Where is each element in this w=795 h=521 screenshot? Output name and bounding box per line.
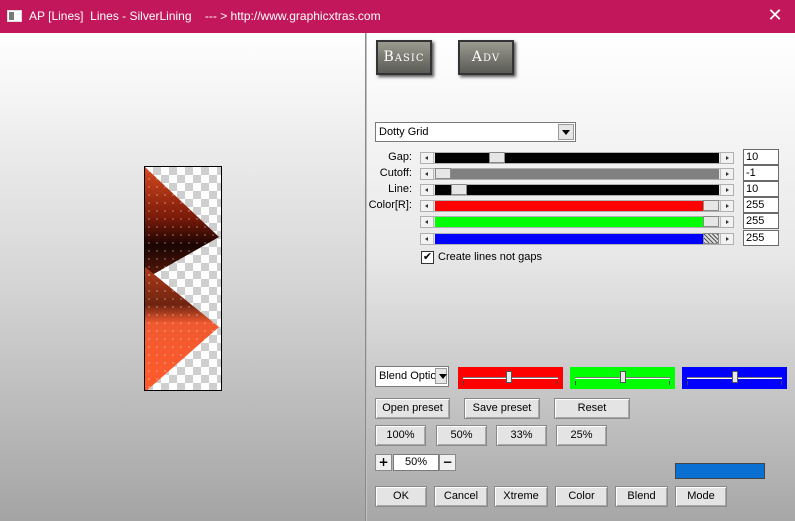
zoom-level-field[interactable]: 50% xyxy=(393,454,439,471)
save-preset-button[interactable]: Save preset xyxy=(464,398,540,419)
ok-button[interactable]: OK xyxy=(375,486,427,507)
controls-panel: Basic Adv Dotty Grid Gap: 10 Cutoff: -1 Line… xyxy=(367,33,795,521)
slider-fill xyxy=(435,216,719,227)
slider-track[interactable] xyxy=(420,184,734,196)
xtreme-button[interactable]: Xtreme xyxy=(494,486,548,507)
arrow-right-icon[interactable] xyxy=(720,185,733,195)
slider-fill xyxy=(435,233,719,244)
arrow-left-icon[interactable] xyxy=(421,153,434,163)
arrow-left-icon[interactable] xyxy=(421,201,434,211)
chevron-down-icon[interactable] xyxy=(558,124,574,140)
slider-label: Line: xyxy=(388,183,412,195)
slider-fill xyxy=(435,168,719,179)
blend-options-select[interactable]: Blend Optio xyxy=(375,366,449,387)
preview-image xyxy=(144,166,222,391)
cancel-button[interactable]: Cancel xyxy=(434,486,488,507)
zoom-33-button[interactable]: 33% xyxy=(496,425,547,446)
arrow-right-icon[interactable] xyxy=(720,169,733,179)
slider-fill xyxy=(435,200,719,211)
arrow-right-icon[interactable] xyxy=(720,153,733,163)
slider-value-field[interactable]: 255 xyxy=(743,213,779,229)
preview-panel xyxy=(0,33,366,521)
chevron-down-icon[interactable] xyxy=(435,368,447,384)
slider-thumb[interactable] xyxy=(489,152,505,163)
slider-value-field[interactable]: 255 xyxy=(743,197,779,213)
zoom-100-button[interactable]: 100% xyxy=(375,425,426,446)
tab-basic[interactable]: Basic xyxy=(376,40,432,75)
slider-label: Gap: xyxy=(388,151,412,163)
close-icon[interactable]: ✕ xyxy=(755,0,795,33)
blend-button[interactable]: Blend xyxy=(615,486,668,507)
slider-thumb[interactable] xyxy=(620,371,626,383)
slider-thumb[interactable] xyxy=(506,371,512,383)
slider-thumb[interactable] xyxy=(703,233,719,244)
arrow-left-icon[interactable] xyxy=(421,169,434,179)
arrow-left-icon[interactable] xyxy=(421,185,434,195)
slider-thumb[interactable] xyxy=(703,216,719,227)
zoom-25-button[interactable]: 25% xyxy=(556,425,607,446)
slider-value-field[interactable]: 10 xyxy=(743,181,779,197)
slider-track[interactable] xyxy=(420,233,734,245)
zoom-50-button[interactable]: 50% xyxy=(436,425,487,446)
title-bar: AP [Lines] Lines - SilverLining --- > ht… xyxy=(0,0,795,33)
app-icon xyxy=(7,10,22,22)
slider-fill xyxy=(435,152,719,163)
slider-track[interactable] xyxy=(420,152,734,164)
arrow-left-icon[interactable] xyxy=(421,234,434,244)
slider-value-field[interactable]: 255 xyxy=(743,230,779,246)
arrow-right-icon[interactable] xyxy=(720,201,733,211)
slider-fill xyxy=(435,184,719,195)
arrow-right-icon[interactable] xyxy=(720,217,733,227)
blend-color-slider[interactable] xyxy=(682,367,787,389)
create-lines-checkbox[interactable]: ✔ xyxy=(421,251,434,264)
pattern-select-value: Dotty Grid xyxy=(379,126,429,138)
slider-thumb[interactable] xyxy=(703,200,719,211)
preview-artwork xyxy=(145,167,219,390)
pattern-select[interactable]: Dotty Grid xyxy=(375,122,576,142)
reset-button[interactable]: Reset xyxy=(554,398,630,419)
zoom-in-button[interactable]: + xyxy=(375,454,392,471)
slider-label: Cutoff: xyxy=(379,167,412,179)
blend-color-slider[interactable] xyxy=(458,367,563,389)
arrow-right-icon[interactable] xyxy=(720,234,733,244)
arrow-left-icon[interactable] xyxy=(421,217,434,227)
window-title: AP [Lines] Lines - SilverLining --- > ht… xyxy=(29,9,381,23)
color-swatch[interactable] xyxy=(675,463,765,479)
mode-button[interactable]: Mode xyxy=(675,486,727,507)
slider-thumb[interactable] xyxy=(451,184,467,195)
slider-track[interactable] xyxy=(420,168,734,180)
slider-value-field[interactable]: -1 xyxy=(743,165,779,181)
open-preset-button[interactable]: Open preset xyxy=(375,398,450,419)
slider-label: Color[R]: xyxy=(368,199,412,211)
tab-adv[interactable]: Adv xyxy=(458,40,514,75)
slider-track[interactable] xyxy=(420,216,734,228)
create-lines-label: Create lines not gaps xyxy=(438,251,542,263)
color-button[interactable]: Color xyxy=(555,486,608,507)
blend-select-value: Blend Optio xyxy=(379,370,437,382)
blend-color-slider[interactable] xyxy=(570,367,675,389)
slider-thumb[interactable] xyxy=(435,168,451,179)
slider-value-field[interactable]: 10 xyxy=(743,149,779,165)
slider-track[interactable] xyxy=(420,200,734,212)
slider-thumb[interactable] xyxy=(732,371,738,383)
zoom-out-button[interactable]: − xyxy=(439,454,456,471)
